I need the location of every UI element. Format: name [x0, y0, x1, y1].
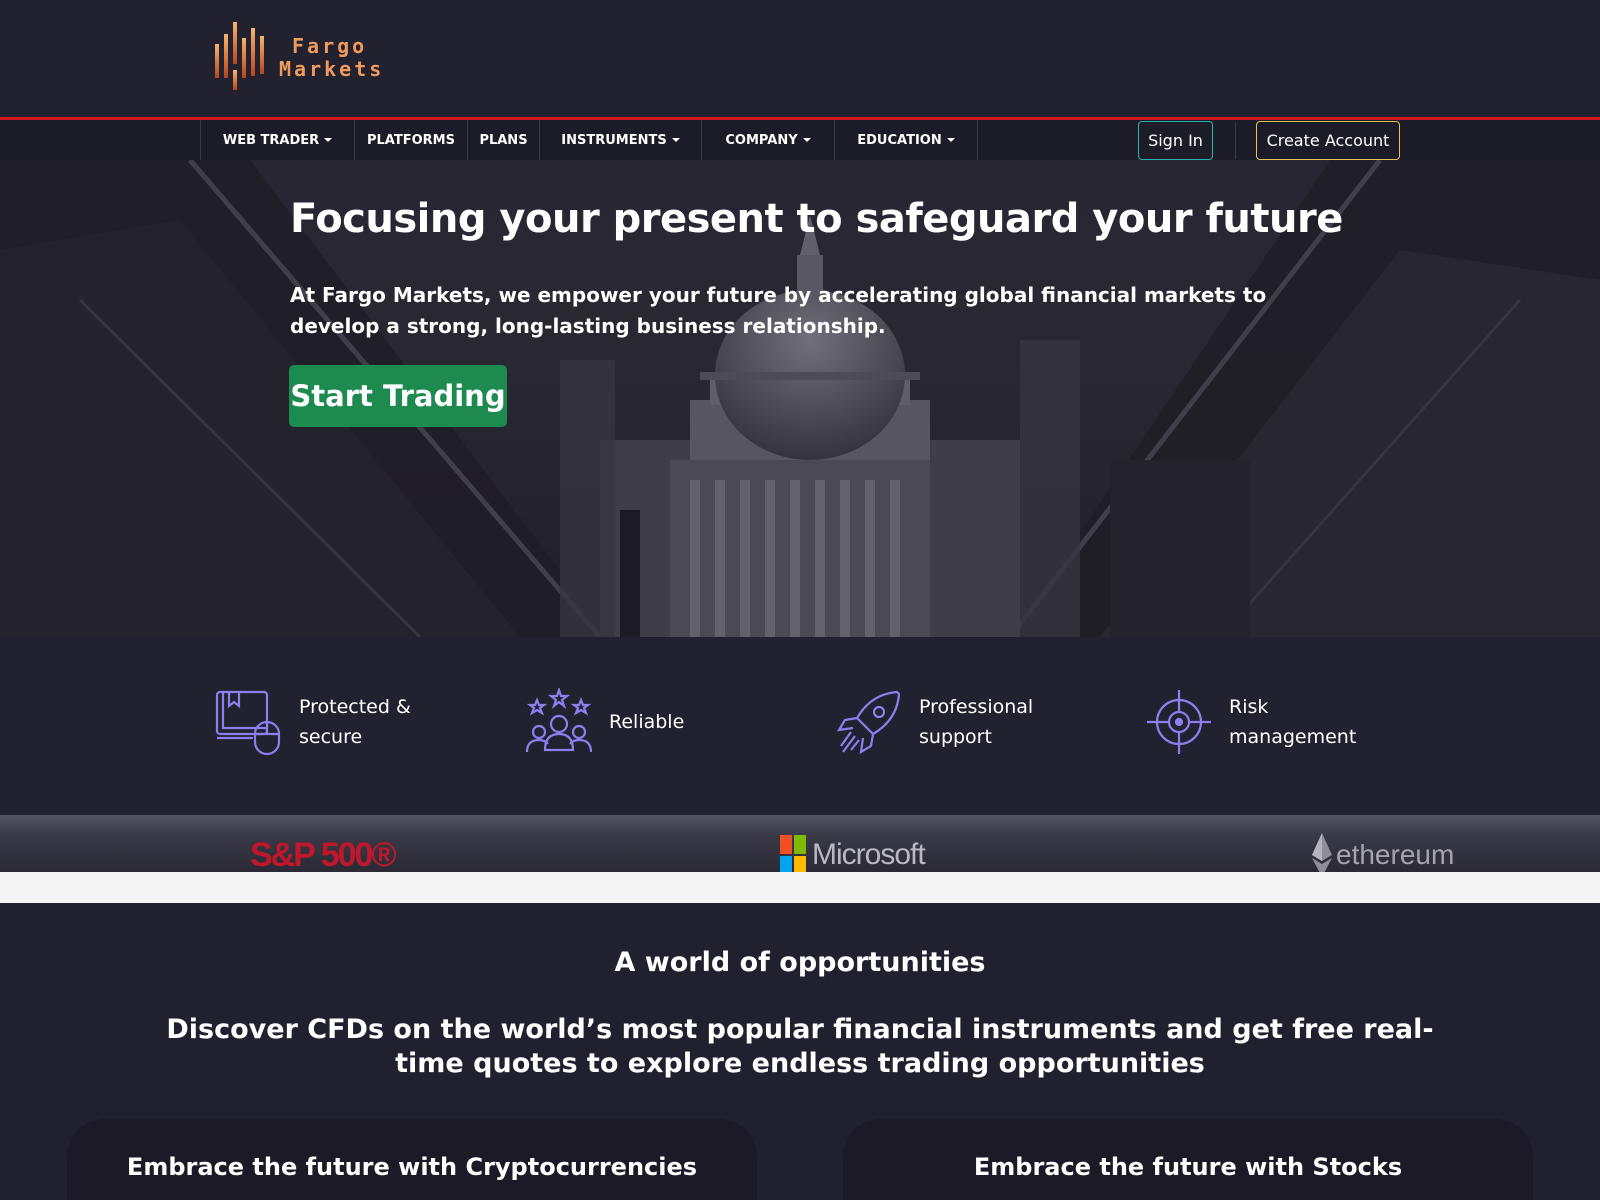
- ethereum-logo: ethereum: [1312, 833, 1455, 872]
- rocket-icon: [836, 690, 901, 755]
- microsoft-logo: Microsoft: [780, 835, 926, 872]
- sp500-logo: S&P 500®: [250, 835, 397, 873]
- feature-support-label: Professional support: [919, 696, 1034, 748]
- hero-title: Focusing your present to safeguard your …: [290, 196, 1343, 242]
- microsoft-logo-text: Microsoft: [812, 838, 926, 871]
- nav-platforms[interactable]: PLATFORMS: [354, 120, 467, 160]
- nav-company-label: COMPANY: [725, 132, 798, 148]
- opportunities-subtitle: Discover CFDs on the world’s most popula…: [166, 1014, 1434, 1079]
- nav-education-label: EDUCATION: [857, 132, 942, 148]
- section-divider: [0, 872, 1600, 903]
- opportunities-section: A world of opportunities Discover CFDs o…: [16, 903, 1584, 1200]
- nav-platforms-label: PLATFORMS: [367, 132, 455, 148]
- stocks-card-title: Embrace the future with Stocks: [973, 1153, 1403, 1181]
- logo-bars-icon: [215, 22, 264, 90]
- nav-company[interactable]: COMPANY: [701, 120, 834, 160]
- feature-reliable: Reliable: [525, 687, 684, 757]
- caret-down-icon: [802, 138, 811, 142]
- team-stars-icon: [525, 688, 593, 753]
- brand-name-line2: Markets: [279, 57, 385, 81]
- features-section: Protected & secure Reliable Professional…: [0, 637, 1600, 815]
- stocks-card[interactable]: Embrace the future with Stocks: [843, 1119, 1533, 1200]
- start-trading-button[interactable]: Start Trading: [289, 365, 507, 427]
- nav-separator: [1235, 122, 1236, 159]
- nav-instruments[interactable]: INSTRUMENTS: [539, 120, 701, 160]
- ethereum-logo-text: ethereum: [1336, 839, 1455, 870]
- create-account-button[interactable]: Create Account: [1256, 121, 1400, 160]
- nav-instruments-label: INSTRUMENTS: [561, 132, 667, 148]
- brand-name-line1: Fargo: [292, 34, 368, 58]
- brand-name: Fargo Markets: [279, 35, 384, 81]
- opportunities-title: A world of opportunities: [614, 947, 986, 978]
- feature-protected-label: Protected & secure: [299, 696, 411, 748]
- site-header: Fargo Markets: [0, 0, 1600, 118]
- book-mouse-icon: [215, 690, 281, 756]
- feature-reliable-label: Reliable: [609, 711, 685, 733]
- nav-plans[interactable]: PLANS: [467, 120, 539, 160]
- hero-subtitle: At Fargo Markets, we empower your future…: [290, 283, 1267, 338]
- sign-in-button[interactable]: Sign In: [1138, 121, 1213, 160]
- crosshair-icon: [1147, 690, 1211, 754]
- feature-risk-label: Risk management: [1229, 696, 1357, 748]
- nav-education[interactable]: EDUCATION: [834, 120, 978, 160]
- hero-section: Focusing your present to safeguard your …: [0, 160, 1600, 637]
- nav-web-trader[interactable]: WEB TRADER: [200, 120, 354, 160]
- feature-protected: Protected & secure: [215, 687, 429, 757]
- feature-risk: Risk management: [1145, 687, 1359, 757]
- caret-down-icon: [671, 138, 680, 142]
- microsoft-windows-icon: [780, 835, 806, 872]
- nav-web-trader-label: WEB TRADER: [222, 132, 320, 148]
- partner-logo-strip: S&P 500® Microsoft ethereum: [0, 815, 1600, 872]
- brand-logo[interactable]: Fargo Markets: [213, 22, 403, 94]
- crypto-card-title: Embrace the future with Cryptocurrencies: [126, 1153, 698, 1181]
- crypto-card[interactable]: Embrace the future with Cryptocurrencies: [67, 1119, 757, 1200]
- nav-plans-label: PLANS: [479, 132, 528, 148]
- ethereum-diamond-icon: [1312, 833, 1332, 872]
- caret-down-icon: [324, 138, 333, 142]
- caret-down-icon: [946, 138, 955, 142]
- feature-support: Professional support: [835, 687, 1049, 757]
